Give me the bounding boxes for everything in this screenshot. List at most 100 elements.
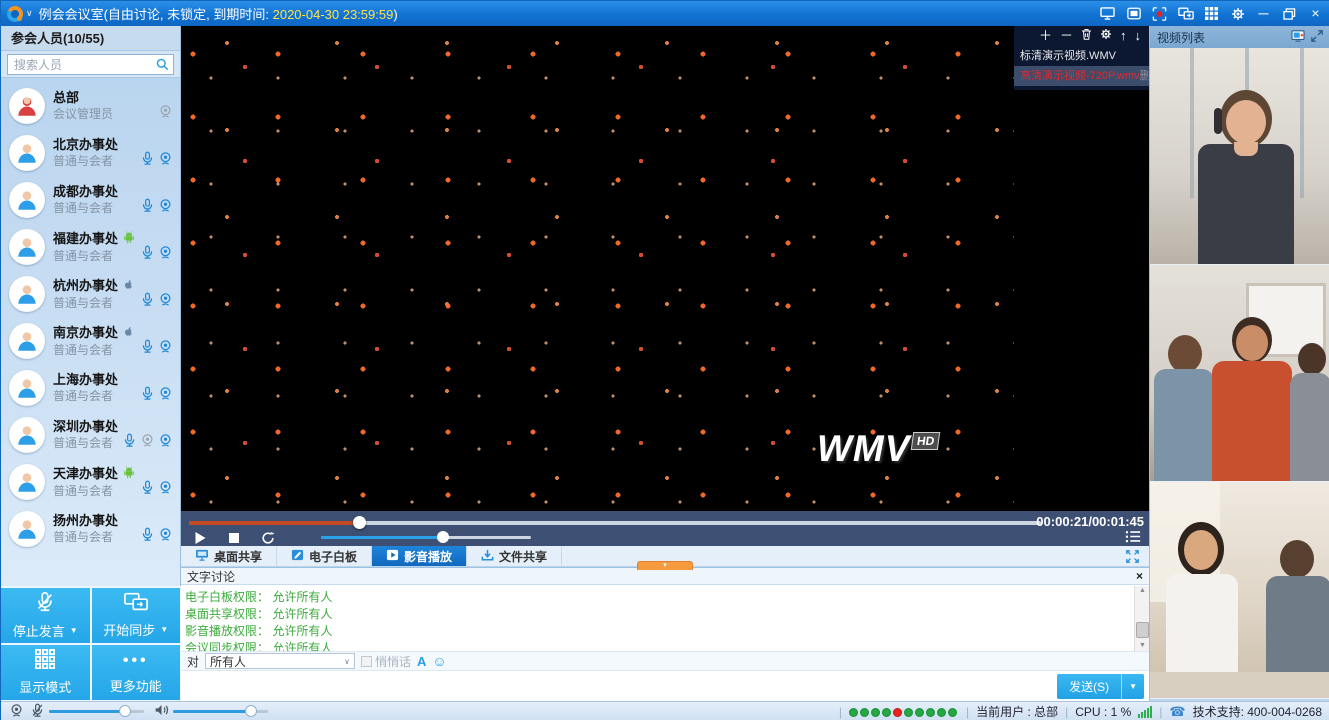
playlist-item[interactable]: 标清演示视频.WMV xyxy=(1014,46,1149,66)
fullscreen-icon[interactable] xyxy=(1116,546,1149,566)
media-playback-stage[interactable]: WMVHD ＋ － ↑ ↓ 标清演示视频.WMV 高清演示视频-720P.wmv… xyxy=(181,26,1149,511)
volume-slider[interactable] xyxy=(321,536,531,539)
search-input[interactable] xyxy=(7,54,174,75)
webcam-off-icon[interactable] xyxy=(158,104,173,122)
stop-speaking-button[interactable]: 停止发言▼ xyxy=(1,588,90,643)
whisper-option[interactable]: 悄悄话 xyxy=(361,653,411,670)
minimize-button[interactable]: ─ xyxy=(1255,6,1272,21)
chat-close-icon[interactable]: × xyxy=(1136,569,1143,583)
chat-scrollbar[interactable]: ▲ ▼ xyxy=(1134,586,1149,651)
avatar xyxy=(9,464,45,500)
tab-file-share[interactable]: 文件共享 xyxy=(467,546,562,566)
screen-share-icon[interactable] xyxy=(1099,6,1116,21)
tab-desktop-share[interactable]: 桌面共享 xyxy=(181,546,277,566)
webcam-off-icon[interactable] xyxy=(140,433,155,451)
tab-whiteboard[interactable]: 电子白板 xyxy=(277,546,372,566)
webcam-icon[interactable] xyxy=(158,339,173,357)
seek-bar[interactable] xyxy=(189,521,1041,525)
layout-grid-icon[interactable] xyxy=(1203,6,1220,21)
microphone-icon[interactable] xyxy=(122,433,137,451)
webcam-icon[interactable] xyxy=(158,433,173,451)
participant-row[interactable]: 北京办事处普通与会者 xyxy=(1,129,180,176)
play-button[interactable] xyxy=(189,530,211,546)
avatar xyxy=(9,511,45,547)
playlist-add-icon[interactable]: ＋ xyxy=(1039,27,1052,45)
avatar xyxy=(9,135,45,171)
search-icon[interactable] xyxy=(156,58,169,74)
participant-row[interactable]: 上海办事处普通与会者 xyxy=(1,364,180,411)
microphone-muted-status-icon[interactable] xyxy=(30,703,45,720)
move-down-icon[interactable]: ↓ xyxy=(1135,27,1142,45)
seek-handle[interactable] xyxy=(353,516,366,529)
replay-button[interactable] xyxy=(257,530,279,546)
webcam-icon[interactable] xyxy=(158,151,173,169)
start-sync-button[interactable]: 开始同步▼ xyxy=(92,588,181,643)
move-up-icon[interactable]: ↑ xyxy=(1120,27,1127,45)
webcam-icon[interactable] xyxy=(158,480,173,498)
display-mode-button[interactable]: 显示模式 xyxy=(1,645,90,700)
participant-row[interactable]: 杭州办事处 普通与会者 xyxy=(1,270,180,317)
send-options-caret[interactable]: ▼ xyxy=(1122,682,1144,691)
window-mode-icon[interactable] xyxy=(1125,6,1142,21)
webcam-icon[interactable] xyxy=(158,292,173,310)
scroll-up-icon[interactable]: ▲ xyxy=(1135,586,1150,596)
microphone-icon[interactable] xyxy=(140,339,155,357)
expand-panel-icon[interactable] xyxy=(1311,30,1323,45)
recipient-select[interactable]: 所有人 ∨ xyxy=(205,653,355,669)
chat-input[interactable] xyxy=(181,672,1149,702)
playlist-item-selected[interactable]: 高清演示视频-720P.wmv删除 xyxy=(1014,66,1149,86)
playlist-settings-icon[interactable] xyxy=(1100,27,1112,45)
participant-row[interactable]: 深圳办事处普通与会者 xyxy=(1,411,180,458)
playlist-toggle-icon[interactable] xyxy=(1125,530,1141,546)
mic-volume-slider[interactable] xyxy=(49,710,144,713)
playlist-remove-icon[interactable]: － xyxy=(1060,27,1073,45)
speaker-icon[interactable] xyxy=(154,703,169,720)
video-display-icon[interactable] xyxy=(1291,30,1305,45)
chat-message-area[interactable]: 电子白板权限： 允许所有人 桌面共享权限： 允许所有人 影音播放权限： 允许所有… xyxy=(181,586,1134,651)
speaker-volume-slider[interactable] xyxy=(173,710,268,713)
record-icon[interactable] xyxy=(1151,6,1168,21)
chevron-down-icon[interactable]: ∨ xyxy=(26,8,33,19)
send-button[interactable]: 发送(S) ▼ xyxy=(1057,674,1144,699)
whisper-checkbox[interactable] xyxy=(361,656,372,667)
settings-gear-icon[interactable] xyxy=(1229,6,1246,21)
webcam-status-icon[interactable] xyxy=(9,703,24,720)
emoji-icon[interactable]: ☺ xyxy=(432,654,446,668)
permission-message: 会议同步权限： 允许所有人 xyxy=(185,640,1130,651)
font-style-button[interactable]: A xyxy=(417,654,426,669)
tab-media-playback[interactable]: 影音播放 xyxy=(372,546,467,566)
close-button[interactable]: × xyxy=(1307,6,1324,21)
remote-video-thumbnail[interactable] xyxy=(1150,265,1329,482)
scroll-thumb[interactable] xyxy=(1136,622,1149,638)
avatar xyxy=(9,417,45,453)
participant-row[interactable]: 南京办事处 普通与会者 xyxy=(1,317,180,364)
webcam-icon[interactable] xyxy=(158,198,173,216)
microphone-icon[interactable] xyxy=(140,527,155,545)
participant-row[interactable]: 扬州办事处普通与会者 xyxy=(1,505,180,552)
microphone-icon[interactable] xyxy=(140,386,155,404)
remote-video-thumbnail[interactable] xyxy=(1150,48,1329,265)
delete-link[interactable]: 删除 xyxy=(1140,66,1149,86)
microphone-icon[interactable] xyxy=(140,292,155,310)
webcam-icon[interactable] xyxy=(158,527,173,545)
volume-handle[interactable] xyxy=(437,531,449,543)
microphone-icon[interactable] xyxy=(140,198,155,216)
remote-video-thumbnail[interactable] xyxy=(1150,482,1329,699)
stop-button[interactable] xyxy=(223,530,245,546)
sync-screens-icon[interactable] xyxy=(1177,6,1194,21)
chat-collapse-handle[interactable] xyxy=(637,561,693,570)
webcam-icon[interactable] xyxy=(158,386,173,404)
ellipsis-icon: ••• xyxy=(123,651,149,671)
microphone-icon[interactable] xyxy=(140,245,155,263)
maximize-button[interactable] xyxy=(1281,6,1298,21)
more-features-button[interactable]: ••• 更多功能 xyxy=(92,645,181,700)
microphone-icon[interactable] xyxy=(140,480,155,498)
microphone-icon[interactable] xyxy=(140,151,155,169)
participant-row[interactable]: 成都办事处普通与会者 xyxy=(1,176,180,223)
webcam-icon[interactable] xyxy=(158,245,173,263)
trash-icon[interactable] xyxy=(1081,27,1092,45)
scroll-down-icon[interactable]: ▼ xyxy=(1135,641,1150,651)
participant-row[interactable]: 总部会议管理员 xyxy=(1,82,180,129)
participant-row[interactable]: 天津办事处 普通与会者 xyxy=(1,458,180,505)
participant-row[interactable]: 福建办事处 普通与会者 xyxy=(1,223,180,270)
